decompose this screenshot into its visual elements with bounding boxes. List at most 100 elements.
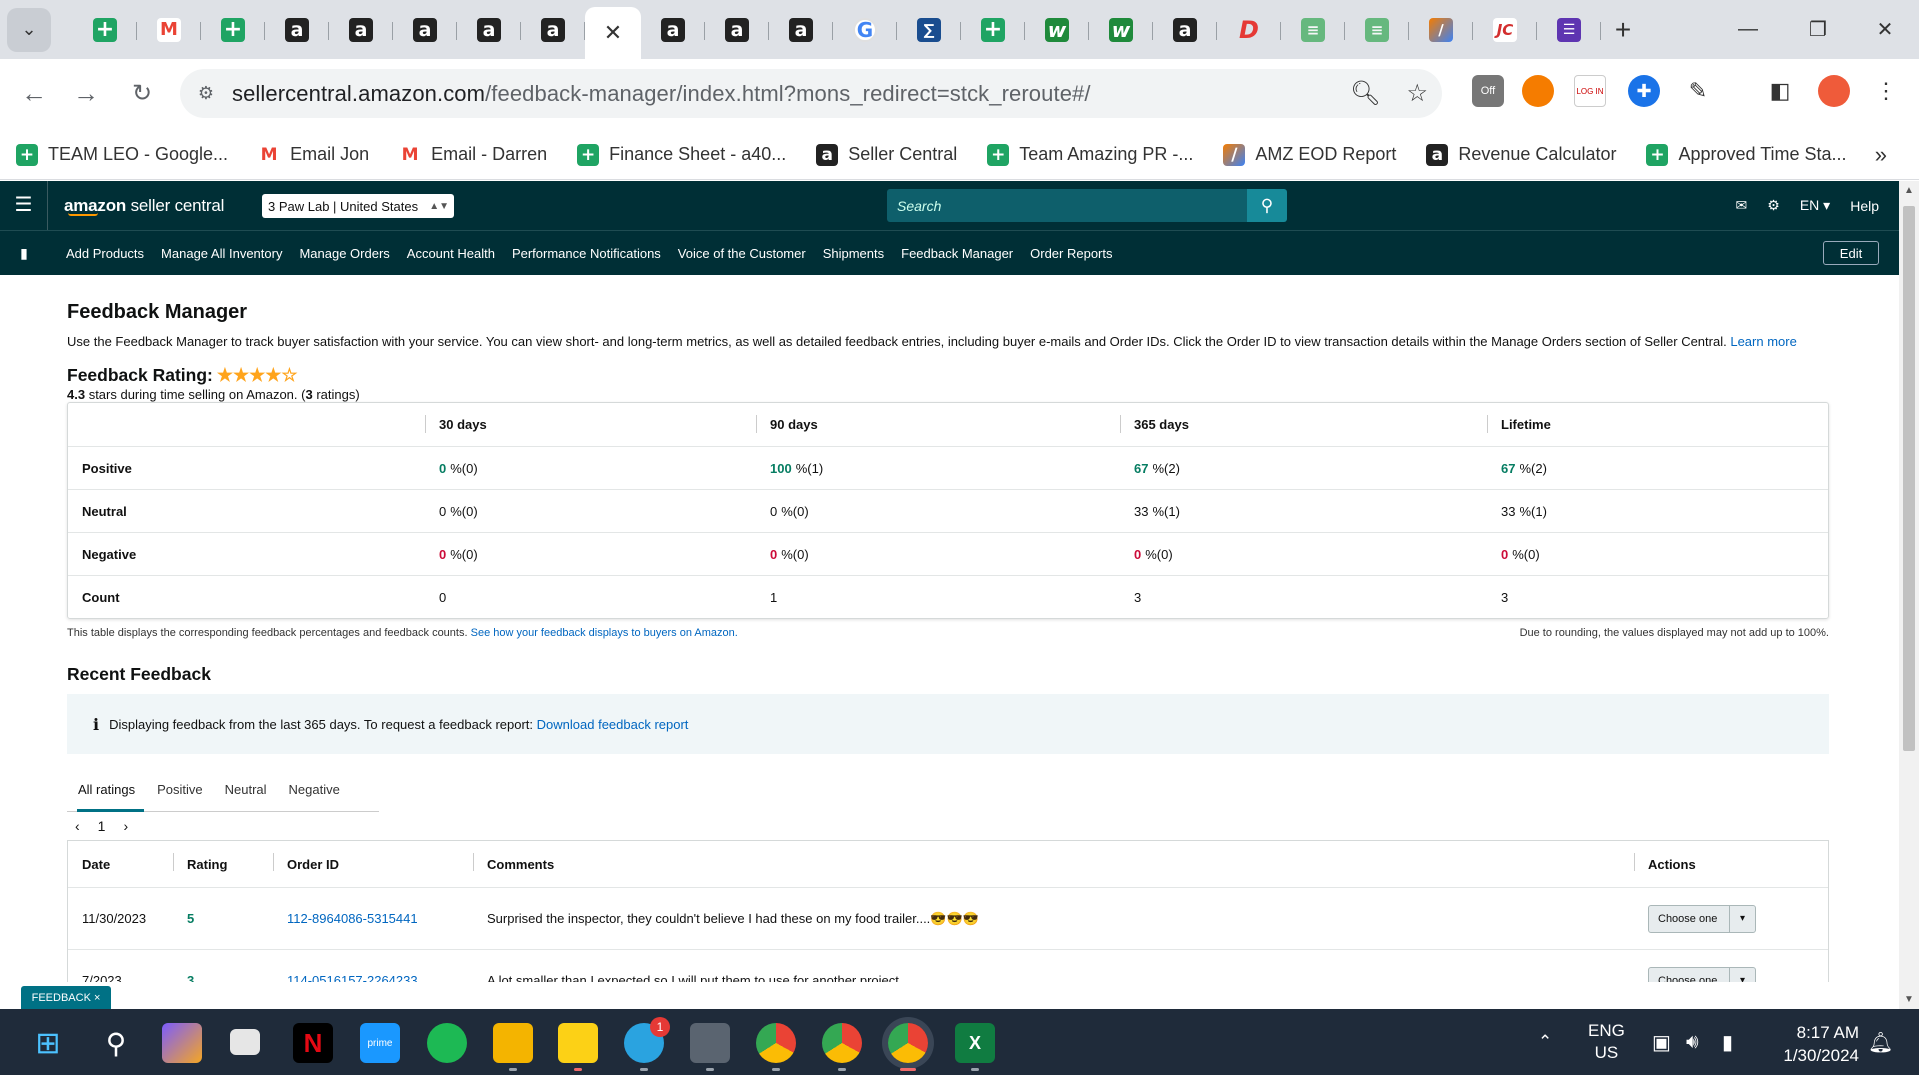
mail-icon[interactable]: ✉ (1736, 197, 1748, 214)
blue-extension-icon[interactable]: ✚ (1628, 75, 1660, 107)
spotify-icon[interactable] (427, 1023, 467, 1063)
browser-tab[interactable]: a (521, 10, 585, 50)
browser-tab[interactable]: ∑ (897, 10, 961, 50)
browser-tab[interactable]: a (265, 10, 329, 50)
windows-start-icon[interactable]: ⊞ (28, 1023, 68, 1063)
nav-item-add-products[interactable]: Add Products (66, 246, 144, 261)
scrollbar-thumb[interactable] (1903, 206, 1915, 751)
tab-positive[interactable]: Positive (146, 772, 214, 811)
more-bookmarks-icon[interactable]: » (1875, 142, 1887, 168)
store-selector[interactable]: 3 Paw Lab | United States ▲▼ (262, 194, 454, 218)
minimize-window-icon[interactable]: — (1716, 0, 1780, 59)
browser-tab[interactable]: a (457, 10, 521, 50)
next-page-icon[interactable]: › (123, 818, 128, 834)
browser-tab[interactable]: JC (1473, 10, 1537, 50)
actions-dropdown[interactable]: Choose one ▾ (1648, 904, 1756, 933)
hamburger-menu-icon[interactable]: ☰ (0, 181, 48, 230)
site-settings-icon[interactable]: ⚙ (180, 83, 232, 104)
active-tab[interactable]: ✕ (585, 7, 641, 59)
nav-item-account-health[interactable]: Account Health (407, 246, 495, 261)
calculator-icon[interactable] (690, 1023, 730, 1071)
help-link[interactable]: Help (1850, 198, 1879, 214)
search-taskbar-icon[interactable]: ⚲ (96, 1023, 136, 1063)
search-input[interactable]: Search (887, 189, 1247, 222)
back-icon[interactable]: ← (14, 73, 54, 113)
notification-bell-icon[interactable]: 🔔︎ (1868, 1009, 1893, 1075)
browser-tab[interactable]: a (329, 10, 393, 50)
browser-tab[interactable]: ∕ (1409, 10, 1473, 50)
clock[interactable]: 8:17 AM 1/30/2024 (1783, 1021, 1859, 1067)
browser-menu-icon[interactable]: ⋮ (1870, 75, 1902, 107)
copilot-icon[interactable] (162, 1023, 202, 1063)
close-tab-icon[interactable]: ✕ (604, 20, 622, 46)
search-button[interactable]: ⚲ (1247, 189, 1287, 222)
side-panel-icon[interactable]: ◧ (1764, 75, 1796, 107)
task-view-icon[interactable] (230, 1029, 260, 1055)
learn-more-link[interactable]: Learn more (1730, 334, 1796, 349)
bookmark-item[interactable]: + Finance Sheet - a40... (577, 143, 786, 166)
feedback-display-link[interactable]: See how your feedback displays to buyers… (471, 627, 738, 639)
new-tab-button[interactable]: + (1601, 14, 1645, 46)
browser-tab[interactable]: D (1217, 10, 1281, 50)
browser-tab[interactable]: + (201, 10, 265, 50)
volume-icon[interactable]: 🔊︎ (1686, 1009, 1699, 1075)
login-extension-icon[interactable]: LOG IN (1574, 75, 1606, 107)
bookmark-item[interactable]: M Email - Darren (399, 143, 547, 166)
nav-item-order-reports[interactable]: Order Reports (1030, 246, 1112, 261)
show-hidden-icons[interactable]: ⌃ (1538, 1009, 1552, 1075)
tab-negative[interactable]: Negative (278, 772, 351, 811)
battery-icon[interactable]: ▮ (1722, 1009, 1733, 1075)
scroll-up-icon[interactable]: ▲ (1904, 185, 1914, 196)
bookmark-item[interactable]: a Seller Central (816, 143, 957, 166)
chrome-profile-icon[interactable] (822, 1023, 862, 1071)
nav-item-performance-notifications[interactable]: Performance Notifications (512, 246, 661, 261)
bookmark-item[interactable]: a Revenue Calculator (1426, 143, 1616, 166)
browser-tab[interactable]: a (641, 10, 705, 50)
browser-tab[interactable]: ≡ (1345, 10, 1409, 50)
page-scrollbar[interactable]: ▲ ▼ (1899, 181, 1919, 1009)
tab-all-ratings[interactable]: All ratings (67, 772, 146, 812)
browser-tab[interactable]: ≡ (1281, 10, 1345, 50)
zoom-icon[interactable]: 🔍︎ (1350, 79, 1380, 108)
file-explorer-icon[interactable] (493, 1023, 533, 1071)
browser-tab[interactable]: a (705, 10, 769, 50)
gear-icon[interactable]: ⚙ (1767, 197, 1780, 214)
excel-icon[interactable]: X (955, 1023, 995, 1071)
netflix-icon[interactable]: N (293, 1023, 333, 1063)
browser-tab[interactable]: ☰ (1537, 10, 1601, 50)
language-selector[interactable]: EN ▾ (1800, 197, 1830, 214)
sticky-notes-icon[interactable] (558, 1023, 598, 1071)
url-omnibox[interactable]: ⚙ sellercentral.amazon.com/feedback-mana… (180, 69, 1442, 118)
bookmark-item[interactable]: ∕ AMZ EOD Report (1223, 143, 1396, 166)
order-id-link[interactable]: 114-0516157-2264233 (287, 973, 418, 982)
extensions-puzzle-icon[interactable]: ✎ (1682, 75, 1714, 107)
browser-tab[interactable]: w (1025, 10, 1089, 50)
browser-tab[interactable]: G (833, 10, 897, 50)
download-feedback-report-link[interactable]: Download feedback report (537, 717, 689, 732)
prev-page-icon[interactable]: ‹ (75, 818, 80, 834)
restore-window-icon[interactable]: ❐ (1786, 0, 1850, 59)
bookmark-item[interactable]: + Team Amazing PR -... (987, 143, 1193, 166)
nav-item-feedback-manager[interactable]: Feedback Manager (901, 246, 1013, 261)
page-number[interactable]: 1 (98, 818, 106, 834)
chrome-active-icon[interactable] (888, 1023, 928, 1071)
nav-item-manage-all-inventory[interactable]: Manage All Inventory (161, 246, 282, 261)
prime-video-icon[interactable]: prime (360, 1023, 400, 1063)
browser-tab[interactable]: a (769, 10, 833, 50)
seller-central-logo[interactable]: amazon seller central (64, 196, 224, 216)
nav-item-voice-of-the-customer[interactable]: Voice of the Customer (678, 246, 806, 261)
browser-tab[interactable]: + (73, 10, 137, 50)
nav-item-manage-orders[interactable]: Manage Orders (299, 246, 389, 261)
actions-dropdown[interactable]: Choose one ▾ (1648, 966, 1756, 982)
network-icon[interactable]: ▣ (1652, 1009, 1671, 1075)
forward-icon[interactable]: → (66, 73, 106, 113)
tab-search-chevron-icon[interactable]: ⌄ (7, 7, 51, 52)
browser-tab[interactable]: + (961, 10, 1025, 50)
browser-tab[interactable]: M (137, 10, 201, 50)
edit-nav-button[interactable]: Edit (1823, 241, 1879, 265)
url-text[interactable]: sellercentral.amazon.com/feedback-manage… (232, 81, 1091, 107)
orange-extension-icon[interactable] (1522, 75, 1554, 107)
tab-neutral[interactable]: Neutral (214, 772, 278, 811)
language-indicator[interactable]: ENG US (1588, 1009, 1625, 1075)
bookmark-star-icon[interactable]: ☆ (1406, 79, 1428, 108)
